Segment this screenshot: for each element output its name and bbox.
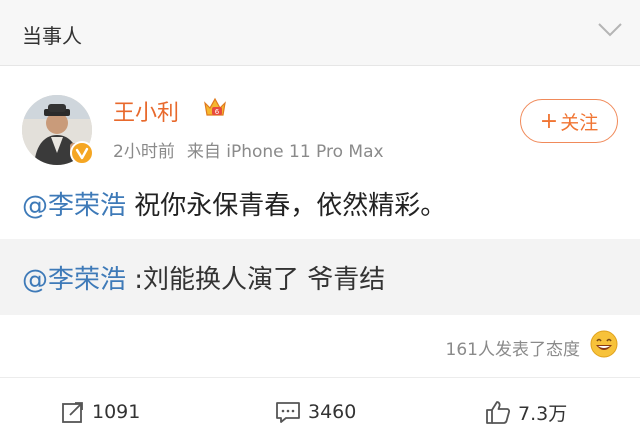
- comment-button[interactable]: 3460: [274, 392, 356, 432]
- page-title: 当事人: [22, 24, 82, 48]
- svg-text:6: 6: [215, 108, 220, 116]
- divider: [0, 377, 640, 378]
- repost-count: 1091: [92, 401, 141, 423]
- like-count: 7.3万: [518, 402, 568, 425]
- action-bar: 1091 3460 7.3万: [0, 392, 640, 432]
- laughing-emoji-icon[interactable]: [589, 329, 619, 359]
- repost-icon: [62, 402, 83, 423]
- post-content: @李荣浩 祝你永保青春，依然精彩。: [22, 185, 446, 222]
- post-source: 来自 iPhone 11 Pro Max: [186, 142, 384, 162]
- like-button[interactable]: 7.3万: [484, 392, 567, 432]
- post-meta: 2小时前 来自 iPhone 11 Pro Max: [113, 137, 384, 162]
- quoted-text: :刘能换人演了 爷青结: [126, 265, 386, 295]
- post-text: 祝你永保青春，依然精彩。: [126, 191, 447, 221]
- top-bar: 当事人: [0, 0, 640, 66]
- follow-label: 关注: [560, 111, 599, 134]
- comment-count: 3460: [308, 401, 357, 423]
- quoted-post[interactable]: @李荣浩 :刘能换人演了 爷青结: [0, 239, 640, 315]
- follow-button[interactable]: + 关注: [520, 99, 618, 143]
- crown-badge-icon: 6: [204, 97, 226, 116]
- post-time: 2小时前: [113, 142, 175, 162]
- quoted-content: @李荣浩 :刘能换人演了 爷青结: [22, 259, 385, 296]
- quoted-mention-link[interactable]: @李荣浩: [22, 265, 126, 295]
- attitude-count[interactable]: 161人发表了态度: [446, 335, 580, 360]
- thumbs-up-icon: [486, 401, 511, 424]
- plus-icon: +: [539, 108, 559, 134]
- mention-link[interactable]: @李荣浩: [22, 191, 126, 221]
- comment-icon: [276, 402, 300, 423]
- weibo-post: 王小利 6 2小时前 来自 iPhone 11 Pro Max + 关注 @李荣浩 …: [0, 67, 640, 441]
- username[interactable]: 王小利: [113, 95, 179, 127]
- verified-v-icon: [70, 141, 94, 165]
- repost-button[interactable]: 1091: [60, 392, 140, 432]
- chevron-down-icon[interactable]: [597, 22, 623, 38]
